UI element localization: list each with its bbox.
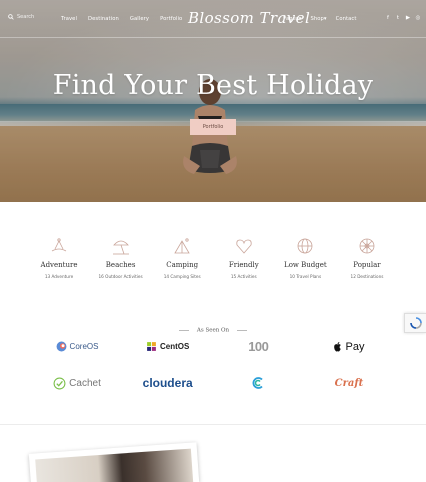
- activity-camping[interactable]: Camping 14 Camping Sites: [153, 236, 211, 279]
- popular-wheel-icon: [359, 238, 375, 254]
- search-box[interactable]: Search: [8, 14, 34, 20]
- activity-subtitle: 13 Adventure: [44, 274, 74, 279]
- social-links: f t ▶ ◎: [385, 15, 421, 21]
- activity-title: Beaches: [105, 261, 136, 269]
- activity-subtitle: 15 Activities: [230, 274, 257, 279]
- activity-title: Low Budget: [284, 261, 327, 269]
- youtube-icon[interactable]: ▶: [405, 15, 411, 21]
- nav-left-menu: Travel Destination Gallery Portfolio: [61, 16, 182, 22]
- centos-logo[interactable]: CentOS: [123, 341, 213, 352]
- nav-item-portfolio[interactable]: Portfolio: [160, 16, 182, 22]
- activity-title: Adventure: [40, 261, 78, 269]
- activity-low-budget[interactable]: Low Budget 10 Travel Plans: [276, 236, 334, 279]
- craft-logo[interactable]: Craft: [304, 378, 394, 389]
- recaptcha-icon: [409, 317, 422, 329]
- activity-title: Friendly: [228, 261, 259, 269]
- activity-beaches[interactable]: Beaches 16 Outdoor Activities: [92, 236, 150, 279]
- cachet-check-icon: [53, 377, 66, 389]
- cachet-wordmark: Cachet: [69, 377, 101, 389]
- friendly-heart-icon: [236, 239, 252, 254]
- pay-wordmark: Pay: [345, 340, 365, 353]
- coreos-icon: [56, 341, 66, 352]
- activity-subtitle: 16 Outdoor Activities: [98, 274, 143, 279]
- heading-rule: [237, 330, 248, 331]
- nav-item-gallery[interactable]: Gallery: [130, 16, 149, 22]
- low-budget-globe-icon: [297, 238, 313, 254]
- nav-item-pages[interactable]: Pages▾: [283, 16, 301, 22]
- coreos-logo[interactable]: CoreOS: [32, 341, 122, 352]
- hundred-logo[interactable]: 100: [213, 339, 303, 354]
- activity-subtitle: 14 Camping Sites: [163, 274, 201, 279]
- instagram-icon[interactable]: ◎: [415, 15, 421, 21]
- craft-wordmark: Craft: [334, 377, 364, 389]
- coreos-wordmark: CoreOS: [69, 342, 99, 351]
- nav-right-menu: Pages▾ Shop▾ Contact: [283, 16, 357, 22]
- as-seen-on-label: As Seen On: [196, 327, 230, 334]
- featured-photo-card: [28, 442, 200, 482]
- nav-item-shop[interactable]: Shop▾: [310, 16, 326, 22]
- cachet-logo[interactable]: Cachet: [32, 377, 122, 390]
- top-navigation: Search Travel Destination Gallery Portfo…: [0, 0, 426, 38]
- activity-title: Popular: [353, 261, 381, 269]
- apple-pay-logo[interactable]: Pay: [304, 341, 394, 353]
- c-swirl-icon: [252, 377, 263, 389]
- activity-subtitle: 12 Destinations: [350, 274, 384, 279]
- activity-title: Camping: [166, 261, 199, 269]
- hero-title: Find Your Best Holiday: [52, 70, 374, 101]
- apple-icon: [334, 341, 342, 351]
- partner-logos-row-2: Cachet cloudera Craft: [32, 376, 394, 390]
- as-seen-on-heading: As Seen On: [0, 320, 426, 339]
- camping-tent-icon: [174, 238, 190, 254]
- featured-photo: [35, 448, 194, 482]
- activity-friendly[interactable]: Friendly 15 Activities: [215, 236, 273, 279]
- twitter-icon[interactable]: t: [395, 15, 401, 21]
- cloudera-logo[interactable]: cloudera: [123, 376, 213, 390]
- centos-wordmark: CentOS: [159, 342, 190, 351]
- heading-rule: [178, 330, 189, 331]
- search-label: Search: [17, 14, 35, 20]
- hundred-wordmark: 100: [248, 339, 269, 354]
- activity-adventure[interactable]: Adventure 13 Adventure: [30, 236, 88, 279]
- hero-banner: Search Travel Destination Gallery Portfo…: [0, 0, 426, 202]
- c-swirl-logo[interactable]: [213, 376, 303, 390]
- portfolio-button[interactable]: Portfolio: [190, 119, 236, 135]
- nav-item-contact[interactable]: Contact: [336, 16, 357, 22]
- centos-icon: [147, 342, 156, 351]
- cloudera-wordmark: cloudera: [142, 376, 193, 390]
- activities-row: Adventure 13 Adventure Beaches 16 Outdoo…: [30, 236, 396, 279]
- search-icon: [8, 14, 14, 20]
- nav-item-destination[interactable]: Destination: [88, 16, 119, 22]
- recaptcha-badge[interactable]: [404, 313, 426, 333]
- facebook-icon[interactable]: f: [385, 15, 391, 21]
- activity-subtitle: 10 Travel Plans: [289, 274, 322, 279]
- adventure-icon: [51, 238, 67, 252]
- section-divider: [0, 424, 426, 425]
- beach-umbrella-icon: [112, 240, 129, 255]
- nav-item-travel[interactable]: Travel: [61, 16, 77, 22]
- partner-logos-row-1: CoreOS CentOS 100 Pay: [32, 339, 394, 354]
- activity-popular[interactable]: Popular 12 Destinations: [338, 236, 396, 279]
